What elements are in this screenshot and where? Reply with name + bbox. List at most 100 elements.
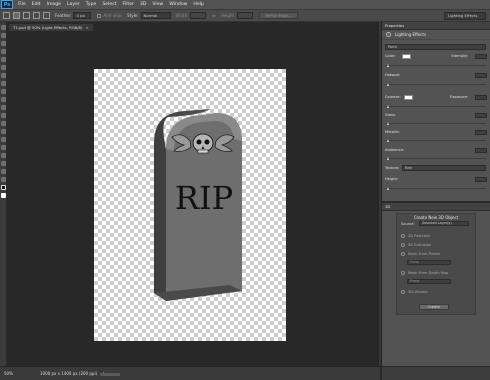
source-select[interactable]: Selected Layer(s) xyxy=(419,221,469,226)
clone-tool-icon[interactable] xyxy=(1,89,6,94)
3d-tab[interactable]: 3D xyxy=(382,203,490,211)
add-selection-icon[interactable] xyxy=(23,12,30,19)
menu-image[interactable]: Image xyxy=(47,2,61,7)
menu-window[interactable]: Window xyxy=(169,2,187,7)
shape-tool-icon[interactable] xyxy=(1,161,6,166)
type-tool-icon[interactable] xyxy=(1,145,6,150)
background-color-swatch[interactable] xyxy=(1,193,6,198)
lasso-tool-icon[interactable] xyxy=(1,41,6,46)
eyedropper-tool-icon[interactable] xyxy=(1,65,6,70)
swap-icon[interactable]: ⇄ xyxy=(212,13,215,18)
height-input[interactable] xyxy=(237,12,254,19)
preset-select[interactable]: Cone xyxy=(407,260,451,265)
style-label: Style: xyxy=(127,13,139,18)
radio-mesh-from-depth-map[interactable] xyxy=(401,271,405,275)
menu-select[interactable]: Select xyxy=(102,2,116,7)
new-selection-icon[interactable] xyxy=(13,12,20,19)
option-3d-postcard[interactable]: 3D Postcard xyxy=(401,234,430,238)
brush-tool-icon[interactable] xyxy=(1,81,6,86)
eraser-tool-icon[interactable] xyxy=(1,105,6,110)
hand-tool-icon[interactable] xyxy=(1,169,6,174)
menu-view[interactable]: View xyxy=(152,2,163,7)
menu-type[interactable]: Type xyxy=(86,2,97,7)
document-tab[interactable]: T1.psd @ 50% (Light Effects, RGB/8) × xyxy=(8,23,94,31)
radio-mesh-from-preset[interactable] xyxy=(401,252,405,256)
height-slider[interactable] xyxy=(385,187,486,190)
gradient-tool-icon[interactable] xyxy=(1,113,6,118)
height-input[interactable] xyxy=(475,177,487,182)
menu-filter[interactable]: Filter xyxy=(123,2,134,7)
pen-tool-icon[interactable] xyxy=(1,137,6,142)
option-mesh-from-preset[interactable]: Mesh From Preset xyxy=(401,252,440,256)
intersect-selection-icon[interactable] xyxy=(43,12,50,19)
height-label: Height: xyxy=(385,177,399,181)
canvas-area[interactable]: RIP xyxy=(8,31,378,365)
refine-edge-button[interactable]: Refine Edge... xyxy=(259,12,298,19)
dodge-tool-icon[interactable] xyxy=(1,129,6,134)
texture-select[interactable]: Red xyxy=(402,165,486,171)
horizontal-scrollbar[interactable] xyxy=(100,373,120,376)
hotspot-input[interactable] xyxy=(475,73,487,78)
hotspot-slider[interactable] xyxy=(385,83,486,86)
intensity-slider[interactable] xyxy=(385,64,486,67)
close-icon[interactable]: × xyxy=(85,25,88,30)
metallic-slider[interactable] xyxy=(385,139,486,142)
tools-panel xyxy=(0,22,7,366)
exposure-input[interactable] xyxy=(475,95,487,100)
lighting-effects-icon xyxy=(386,32,391,37)
colorize-swatch[interactable] xyxy=(404,95,413,100)
ambience-input[interactable] xyxy=(475,148,487,153)
gloss-slider[interactable] xyxy=(385,122,486,125)
marquee-tool-icon[interactable] xyxy=(1,33,6,38)
menu-layer[interactable]: Layer xyxy=(67,2,80,7)
gloss-input[interactable] xyxy=(475,113,487,118)
height-label: Height: xyxy=(220,13,236,18)
crop-tool-icon[interactable] xyxy=(1,57,6,62)
menu-edit[interactable]: Edit xyxy=(32,2,41,7)
zoom-level[interactable]: 50% xyxy=(4,371,18,376)
document-canvas[interactable]: RIP xyxy=(94,69,286,341)
zoom-tool-icon[interactable] xyxy=(1,177,6,182)
move-tool-icon[interactable] xyxy=(1,25,6,30)
foreground-color-swatch[interactable] xyxy=(1,185,6,190)
antialias-label: Anti-alias xyxy=(103,13,123,18)
color-label: Color: xyxy=(385,54,396,58)
menu-file[interactable]: File xyxy=(18,2,26,7)
properties-tab[interactable]: Properties xyxy=(382,22,490,30)
path-select-tool-icon[interactable] xyxy=(1,153,6,158)
radio-3d-volume[interactable] xyxy=(401,290,405,294)
light-color-swatch[interactable] xyxy=(402,54,411,59)
exposure-slider[interactable] xyxy=(385,105,486,108)
history-brush-tool-icon[interactable] xyxy=(1,97,6,102)
menu-help[interactable]: Help xyxy=(193,2,203,7)
depth-map-select[interactable]: Plane xyxy=(407,279,451,284)
style-select[interactable]: Normal xyxy=(140,12,171,19)
marquee-tool-icon[interactable] xyxy=(3,12,10,19)
document-info: 1000 px x 1400 px (200 ppi) xyxy=(40,371,98,376)
create-3d-object-box: Create New 3D Object Source: Selected La… xyxy=(396,213,476,315)
light-type-select[interactable]: Point xyxy=(385,44,486,50)
skull-wings-icon xyxy=(171,133,235,154)
antialias-checkbox[interactable] xyxy=(97,13,102,18)
width-input[interactable] xyxy=(190,12,207,19)
workspace-select[interactable]: Lighting Effects xyxy=(444,12,486,20)
ambience-slider[interactable] xyxy=(385,157,486,160)
subtract-selection-icon[interactable] xyxy=(33,12,40,19)
colorize-label: Colorize: xyxy=(385,95,401,99)
create-button[interactable]: Create xyxy=(419,304,449,310)
radio-3d-postcard[interactable] xyxy=(401,234,405,238)
healing-tool-icon[interactable] xyxy=(1,73,6,78)
option-mesh-from-depth-map[interactable]: Mesh From Depth Map xyxy=(401,271,448,275)
metallic-input[interactable] xyxy=(475,130,487,135)
quick-select-tool-icon[interactable] xyxy=(1,49,6,54)
blur-tool-icon[interactable] xyxy=(1,121,6,126)
menu-3d[interactable]: 3D xyxy=(140,2,146,7)
intensity-input[interactable] xyxy=(475,54,487,59)
properties-header: Lighting Effects xyxy=(382,30,490,40)
option-3d-volume[interactable]: 3D Volume xyxy=(401,290,428,294)
document-title: T1.psd @ 50% (Light Effects, RGB/8) xyxy=(13,25,83,30)
texture-label: Texture: xyxy=(385,166,400,170)
option-3d-extrusion[interactable]: 3D Extrusion xyxy=(401,243,431,247)
radio-3d-extrusion[interactable] xyxy=(401,243,405,247)
feather-input[interactable]: 0 px xyxy=(73,12,92,19)
